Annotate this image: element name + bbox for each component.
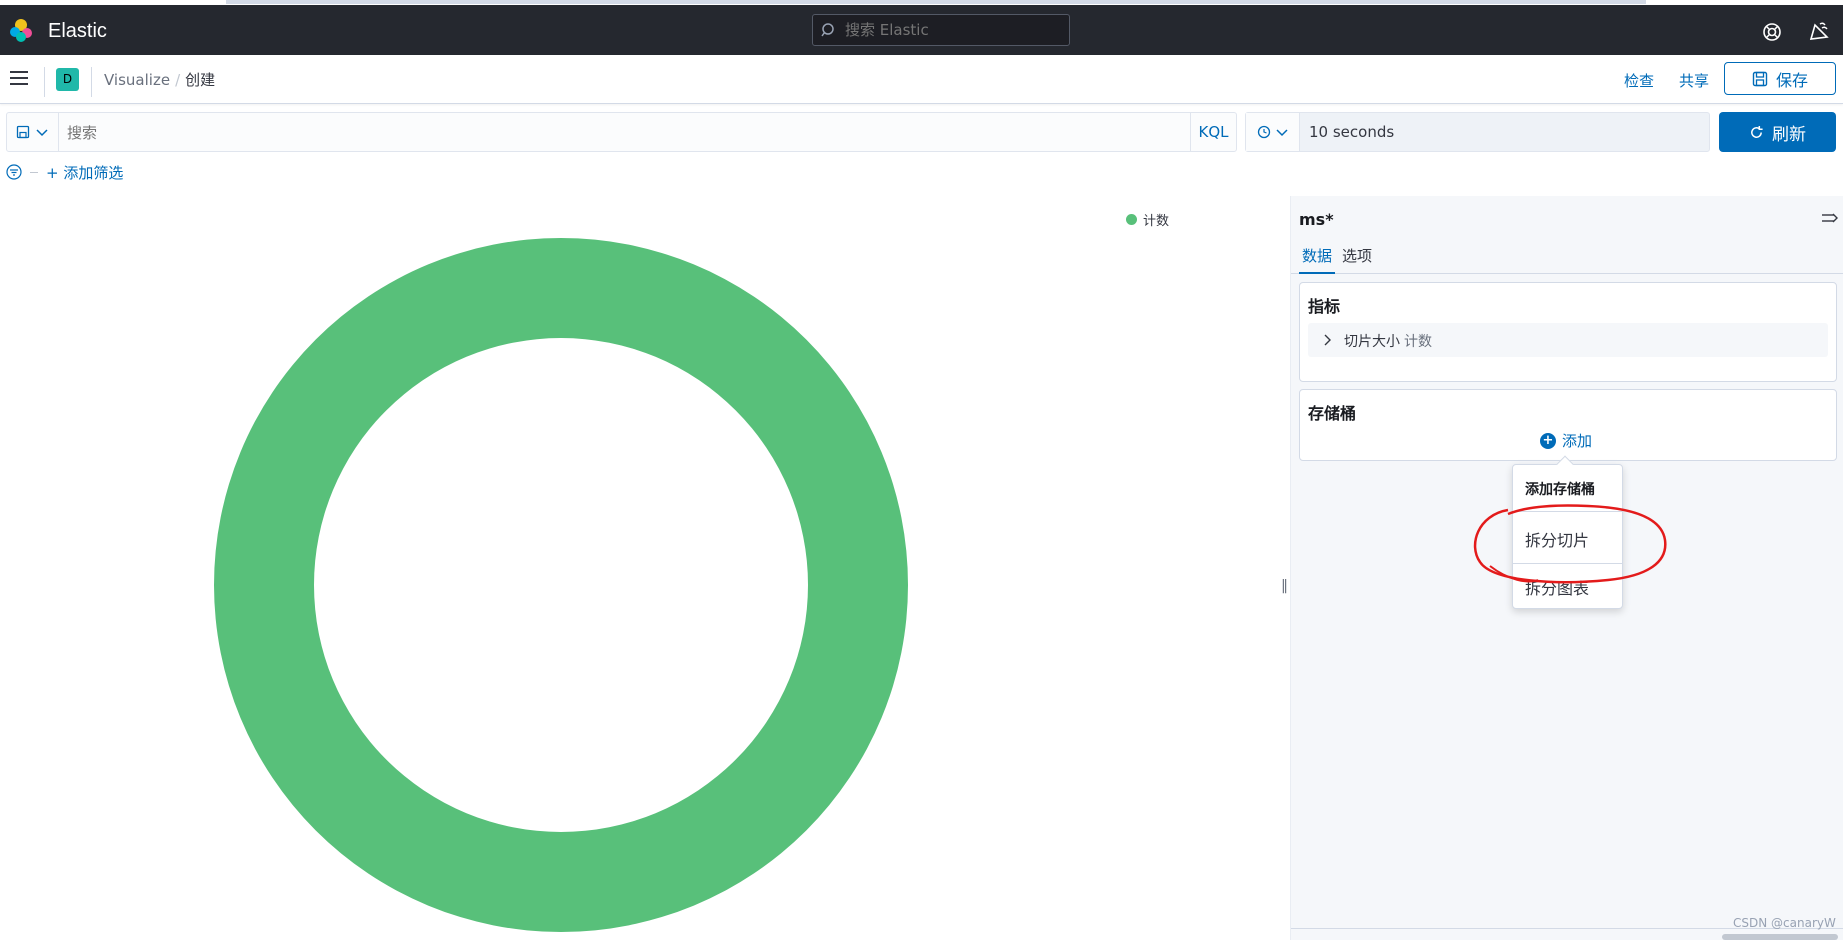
quick-time-menu-button[interactable] <box>1246 113 1300 151</box>
add-bucket-label: 添加 <box>1562 432 1593 450</box>
query-bar: KQL <box>6 112 1237 152</box>
chart-legend[interactable]: 计数 <box>1126 210 1169 229</box>
popover-title: 添加存储桶 <box>1525 482 1595 498</box>
refresh-icon <box>1751 125 1763 138</box>
refresh-button[interactable]: 刷新 <box>1719 112 1836 152</box>
global-search-input[interactable] <box>845 19 1065 41</box>
search-icon <box>821 23 834 37</box>
saved-query-button[interactable] <box>7 113 59 151</box>
brand-name[interactable]: Elastic <box>48 20 107 43</box>
chevron-down-icon <box>36 129 48 137</box>
horizontal-scrollbar[interactable] <box>1722 934 1838 940</box>
legend-color-swatch <box>1126 214 1137 225</box>
time-picker: 10 seconds <box>1245 112 1710 152</box>
newsfeed-icon[interactable] <box>1808 20 1830 42</box>
menu-icon[interactable] <box>10 71 30 87</box>
sidebar-tabs: 数据 选项 <box>1291 244 1843 274</box>
share-link[interactable]: 共享 <box>1679 70 1709 91</box>
buckets-panel: 存储桶 + 添加 <box>1299 389 1837 461</box>
query-input[interactable] <box>67 122 1167 144</box>
red-annotation-circle <box>1473 504 1667 584</box>
collapse-sidebar-icon[interactable] <box>1821 210 1839 226</box>
legend-label: 计数 <box>1143 214 1170 229</box>
divider <box>91 67 92 97</box>
watermark: CSDN @canaryW <box>1733 916 1836 930</box>
save-icon <box>1752 71 1768 86</box>
add-bucket-button[interactable]: + 添加 <box>1540 430 1592 451</box>
breadcrumb-bar: D Visualize / 创建 检查 共享 保存 <box>0 55 1843 104</box>
metrics-title: 指标 <box>1308 297 1341 316</box>
breadcrumb: Visualize / 创建 <box>104 71 216 89</box>
metric-row[interactable]: 切片大小 计数 <box>1308 323 1828 357</box>
refresh-interval[interactable]: 10 seconds <box>1309 123 1394 141</box>
divider <box>44 67 45 97</box>
clock-icon <box>1257 125 1270 139</box>
tab-data[interactable]: 数据 <box>1299 244 1336 274</box>
breadcrumb-visualize[interactable]: Visualize <box>104 71 170 89</box>
elastic-logo-icon[interactable] <box>8 17 34 43</box>
metric-label: 切片大小 <box>1344 334 1400 350</box>
help-icon[interactable] <box>1762 22 1782 42</box>
top-header: Elastic <box>0 0 1843 55</box>
global-search[interactable] <box>812 14 1070 46</box>
resize-handle[interactable]: ‖ <box>1281 578 1288 594</box>
add-filter-link[interactable]: + 添加筛选 <box>46 162 123 183</box>
chevron-down-icon <box>1275 129 1288 137</box>
chevron-right-icon[interactable] <box>1321 334 1333 346</box>
filter-separator <box>30 171 38 173</box>
tab-options[interactable]: 选项 <box>1342 244 1372 274</box>
save-label: 保存 <box>1775 70 1808 90</box>
donut-slice[interactable] <box>214 238 908 932</box>
refresh-label: 刷新 <box>1772 124 1806 145</box>
metric-agg: 计数 <box>1404 334 1432 350</box>
filter-row: + 添加筛选 <box>6 162 123 182</box>
browser-strip <box>226 0 1646 4</box>
inspect-link[interactable]: 检查 <box>1624 70 1654 91</box>
save-icon <box>16 125 30 139</box>
index-pattern-title: ms* <box>1299 210 1334 229</box>
metrics-panel: 指标 切片大小 计数 <box>1299 282 1837 382</box>
plus-circle-icon: + <box>1540 432 1556 449</box>
buckets-title: 存储桶 <box>1308 404 1357 423</box>
kql-toggle[interactable]: KQL <box>1190 113 1236 151</box>
filter-icon[interactable] <box>6 164 22 180</box>
donut-chart <box>214 238 908 932</box>
save-button[interactable]: 保存 <box>1724 62 1836 95</box>
space-avatar[interactable]: D <box>56 68 79 91</box>
breadcrumb-create: 创建 <box>185 71 216 89</box>
